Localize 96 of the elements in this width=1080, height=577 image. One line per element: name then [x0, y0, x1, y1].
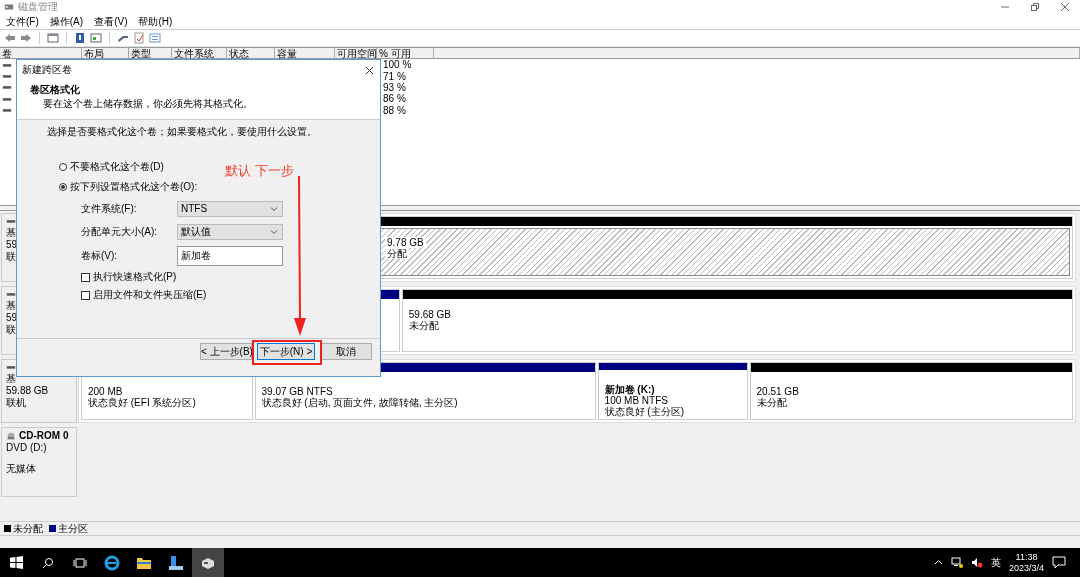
panel-icon[interactable]: [90, 32, 102, 44]
column-header[interactable]: 文件系统: [172, 47, 227, 59]
dialog-title: 新建跨区卷: [22, 64, 72, 76]
disk-label: 联机: [6, 397, 27, 408]
field-label: 卷标(V):: [81, 248, 119, 263]
column-header[interactable]: 卷: [0, 47, 82, 59]
partition-info: 状态良好 (EFI 系统分区): [87, 397, 197, 408]
table-cell-text: 88 %: [382, 104, 406, 116]
disk-label: DVD (D:): [6, 442, 48, 453]
window-title: 磁盘管理: [18, 0, 59, 14]
partition-info: 200 MB: [87, 386, 124, 397]
checkbox[interactable]: [81, 290, 90, 300]
column-header[interactable]: 容量: [275, 47, 335, 59]
disk-label: 基: [6, 373, 17, 384]
back-icon[interactable]: [4, 32, 16, 44]
disk-management-button[interactable]: [192, 548, 224, 577]
restore-icon[interactable]: [1030, 2, 1040, 12]
field-label: 文件系统(F):: [81, 201, 138, 216]
folder-icon: [136, 555, 152, 570]
windows-icon: [9, 556, 23, 569]
cd-drive-icon: [6, 430, 16, 441]
checkbox[interactable]: [81, 272, 90, 282]
column-header[interactable]: % 可用: [377, 47, 434, 59]
partition-info: 100 MB NTFS: [603, 395, 669, 406]
column-header[interactable]: 布局: [82, 47, 129, 59]
partition-info: 状态良好 (主分区): [603, 406, 686, 417]
disk-label: 无媒体: [6, 463, 37, 474]
checklist-icon[interactable]: [133, 32, 145, 44]
disk-label: 基: [6, 300, 17, 311]
radio-label[interactable]: 按下列设置格式化这个卷(O):: [70, 181, 198, 193]
partition-info: 未分配: [407, 320, 440, 331]
column-header[interactable]: 状态: [227, 47, 275, 59]
column-header[interactable]: 可用空间: [335, 47, 377, 59]
disk-label: 基: [6, 227, 17, 238]
partition-info: 9.78 GB: [385, 237, 426, 248]
menu-item[interactable]: 操作(A): [49, 14, 84, 29]
disk-management-icon: [4, 2, 14, 12]
disk-label: 59.88 GB: [6, 385, 50, 396]
disk-label: CD-ROM 0: [19, 430, 69, 441]
legend-label: 主分区: [58, 521, 88, 536]
notification-icon[interactable]: [1052, 556, 1066, 569]
instruction-text: 选择是否要格式化这个卷；如果要格式化，要使用什么设置。: [47, 126, 318, 138]
legend-label: 未分配: [13, 521, 43, 536]
checkbox-label[interactable]: 启用文件和文件夹压缩(E): [93, 289, 207, 301]
menu-item[interactable]: 查看(V): [94, 14, 128, 29]
menu-item[interactable]: 文件(F): [6, 14, 39, 29]
browser-icon: [104, 554, 120, 571]
partition-info: 59.68 GB: [407, 309, 453, 320]
highlight-frame: [252, 340, 322, 365]
server-icon: [168, 554, 184, 571]
table-cell-text: 71 %: [382, 70, 406, 82]
disk-drive-icon: [200, 555, 216, 570]
input-method-indicator[interactable]: 英: [990, 555, 1001, 570]
dropdown[interactable]: 默认值: [177, 223, 283, 240]
dialog-button[interactable]: 下一步(N) >: [257, 343, 315, 360]
chevron-down-icon: [270, 228, 278, 235]
partition-info: 未分配: [755, 397, 788, 408]
annotation-text: 默认 下一步: [225, 162, 294, 180]
clock[interactable]: 11:38 2023/3/4: [1008, 551, 1044, 574]
input-field[interactable]: 新加卷: [177, 245, 283, 266]
radio-button[interactable]: [59, 163, 67, 171]
forward-icon[interactable]: [20, 32, 32, 44]
network-icon[interactable]: [950, 557, 963, 568]
radio-label[interactable]: 不要格式化这个卷(D): [70, 161, 164, 173]
partition-info: 39.07 GB NTFS: [260, 386, 334, 397]
partition[interactable]: 20.51 GB 未分配: [749, 362, 1073, 420]
menu-item[interactable]: 帮助(H): [138, 14, 173, 29]
search-icon: [42, 556, 54, 569]
dialog-heading: 卷区格式化: [30, 84, 81, 96]
radio-button[interactable]: [59, 183, 67, 191]
dialog-button[interactable]: 取消: [320, 343, 372, 360]
close-icon[interactable]: [1060, 2, 1070, 12]
chevron-up-icon[interactable]: [933, 558, 943, 567]
table-cell-text: 86 %: [382, 93, 406, 105]
partition-info: 状态良好 (启动, 页面文件, 故障转储, 主分区): [260, 397, 459, 408]
table-cell-text: 93 %: [382, 81, 406, 93]
partition[interactable]: 新加卷 (K:) 100 MB NTFS 状态良好 (主分区): [597, 362, 748, 420]
partition-info: 20.51 GB: [755, 386, 800, 397]
volume-muted-icon[interactable]: [970, 557, 983, 568]
chevron-down-icon: [270, 205, 278, 212]
partition[interactable]: 59.68 GB 未分配: [401, 289, 1073, 352]
partition-info: 分配: [385, 248, 409, 259]
dialog-button[interactable]: < 上一步(B): [200, 343, 252, 360]
column-header[interactable]: 类型: [129, 47, 172, 59]
field-label: 分配单元大小(A):: [81, 224, 159, 239]
dialog-subheading: 要在这个卷上储存数据，你必须先将其格式化。: [43, 98, 254, 110]
help-icon[interactable]: [74, 32, 86, 44]
properties-icon[interactable]: [149, 32, 161, 44]
close-icon[interactable]: [365, 65, 374, 75]
disk-label: 联: [6, 251, 17, 262]
partition-name: 新加卷 (K:): [603, 384, 655, 395]
task-view-icon: [73, 556, 87, 569]
table-cell-text: 100 %: [382, 59, 412, 71]
dropdown[interactable]: NTFS: [177, 200, 283, 217]
disk-label: 联: [6, 324, 17, 335]
panel-icon[interactable]: [47, 32, 59, 44]
